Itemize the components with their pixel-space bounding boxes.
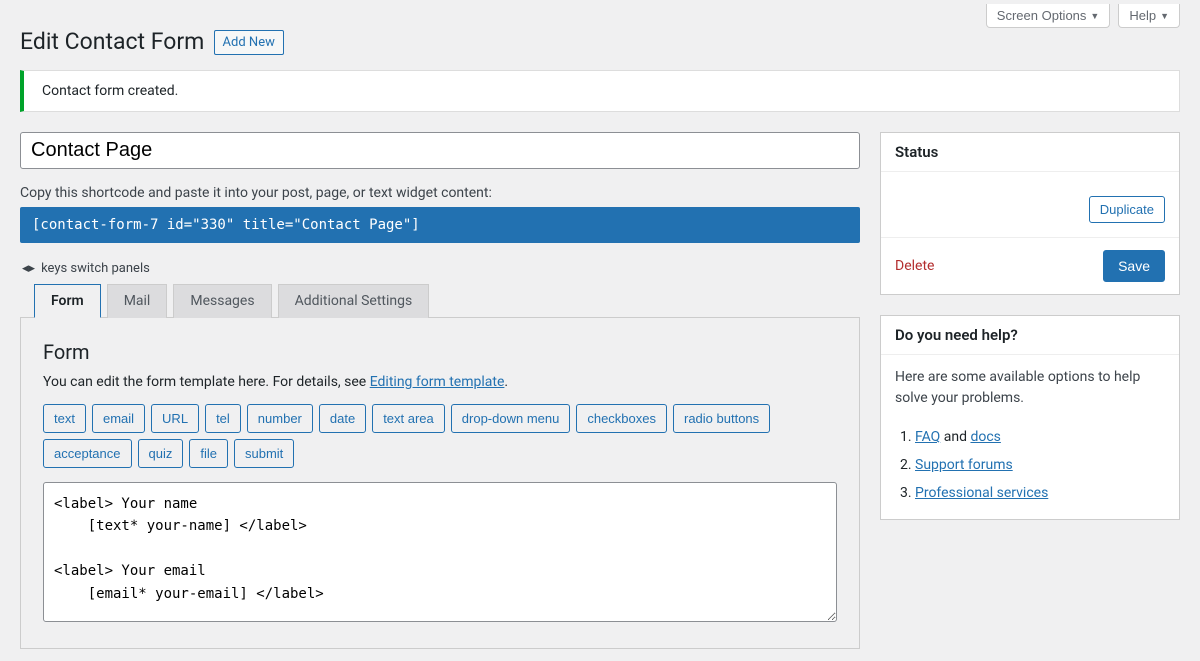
left-right-arrow-icon: ◂▸: [22, 261, 35, 276]
status-box: Status Duplicate Delete Save: [880, 132, 1180, 295]
tag-url-button[interactable]: URL: [151, 404, 199, 433]
duplicate-button[interactable]: Duplicate: [1089, 196, 1165, 223]
tag-tel-button[interactable]: tel: [205, 404, 241, 433]
keys-hint: ◂▸ keys switch panels: [22, 261, 860, 276]
help-box: Do you need help? Here are some availabl…: [880, 315, 1180, 520]
keys-hint-text: keys switch panels: [41, 261, 150, 276]
tag-radio-button[interactable]: radio buttons: [673, 404, 770, 433]
help-box-intro: Here are some available options to help …: [895, 367, 1165, 409]
screen-options-label: Screen Options: [997, 8, 1087, 23]
professional-services-link[interactable]: Professional services: [915, 485, 1048, 501]
tag-dropdown-button[interactable]: drop-down menu: [451, 404, 571, 433]
docs-link[interactable]: docs: [970, 429, 1000, 445]
chevron-down-icon: ▼: [1090, 11, 1099, 21]
form-panel-description: You can edit the form template here. For…: [43, 374, 837, 390]
chevron-down-icon: ▼: [1160, 11, 1169, 21]
shortcode-label: Copy this shortcode and paste it into yo…: [20, 185, 860, 201]
form-template-textarea[interactable]: <label> Your name [text* your-name] </la…: [43, 482, 837, 622]
tag-text-button[interactable]: text: [43, 404, 86, 433]
success-notice: Contact form created.: [20, 70, 1180, 112]
tag-file-button[interactable]: file: [189, 439, 228, 468]
support-forums-link[interactable]: Support forums: [915, 457, 1013, 473]
help-label: Help: [1129, 8, 1156, 23]
help-item-3: Professional services: [915, 479, 1165, 507]
page-title: Edit Contact Form: [20, 0, 204, 65]
shortcode-box[interactable]: [contact-form-7 id="330" title="Contact …: [20, 207, 860, 243]
tag-buttons-row: text email URL tel number date text area…: [43, 404, 837, 468]
tag-date-button[interactable]: date: [319, 404, 366, 433]
tag-quiz-button[interactable]: quiz: [138, 439, 184, 468]
save-button[interactable]: Save: [1103, 250, 1165, 282]
tag-number-button[interactable]: number: [247, 404, 313, 433]
help-button[interactable]: Help ▼: [1118, 4, 1180, 28]
tab-form[interactable]: Form: [34, 284, 101, 318]
form-panel-heading: Form: [43, 340, 837, 364]
delete-link[interactable]: Delete: [895, 258, 934, 274]
help-item-1: FAQ and docs: [915, 423, 1165, 451]
tag-email-button[interactable]: email: [92, 404, 145, 433]
add-new-button[interactable]: Add New: [214, 30, 284, 55]
tag-checkboxes-button[interactable]: checkboxes: [576, 404, 667, 433]
help-box-title: Do you need help?: [881, 316, 1179, 355]
tag-acceptance-button[interactable]: acceptance: [43, 439, 132, 468]
tabs: Form Mail Messages Additional Settings: [34, 284, 860, 318]
tag-textarea-button[interactable]: text area: [372, 404, 445, 433]
help-item-2: Support forums: [915, 451, 1165, 479]
editing-template-link[interactable]: Editing form template: [370, 374, 505, 390]
tab-messages[interactable]: Messages: [173, 284, 271, 318]
status-box-title: Status: [881, 133, 1179, 172]
help-list: FAQ and docs Support forums Professional…: [895, 423, 1165, 507]
tab-mail[interactable]: Mail: [107, 284, 168, 318]
tag-submit-button[interactable]: submit: [234, 439, 294, 468]
form-title-input[interactable]: [20, 132, 860, 169]
form-panel: Form You can edit the form template here…: [20, 317, 860, 649]
tab-additional-settings[interactable]: Additional Settings: [278, 284, 430, 318]
screen-options-button[interactable]: Screen Options ▼: [986, 4, 1111, 28]
faq-link[interactable]: FAQ: [915, 429, 940, 445]
